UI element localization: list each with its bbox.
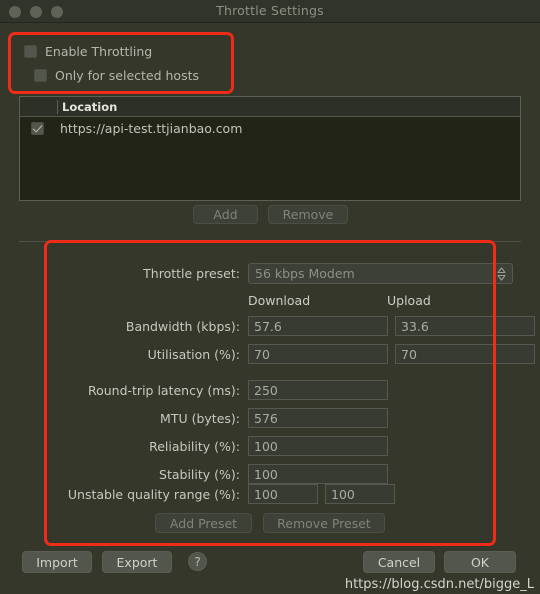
add-preset-button[interactable]: Add Preset bbox=[155, 513, 252, 533]
reliability-label: Reliability (%): bbox=[149, 438, 240, 454]
throttle-preset-row: Throttle preset: 56 kbps Modem bbox=[58, 263, 513, 284]
host-list[interactable]: Location https://api-test.ttjianbao.com bbox=[19, 96, 521, 201]
throttle-settings-window: Throttle Settings Enable Throttling Only… bbox=[0, 0, 540, 594]
stability-input[interactable]: 100 bbox=[248, 464, 388, 484]
watermark-text: https://blog.csdn.net/bigge_L bbox=[344, 577, 534, 592]
host-list-header: Location bbox=[20, 97, 520, 117]
column-separator bbox=[57, 100, 58, 114]
export-button[interactable]: Export bbox=[102, 551, 172, 573]
latency-input[interactable]: 250 bbox=[248, 380, 388, 400]
utilisation-upload-input[interactable]: 70 bbox=[395, 344, 535, 364]
unstable-quality-range-row: Unstable quality range (%): 100 100 bbox=[58, 484, 395, 504]
reliability-input[interactable]: 100 bbox=[248, 436, 388, 456]
help-button[interactable]: ? bbox=[188, 552, 207, 571]
only-selected-hosts-checkbox[interactable] bbox=[34, 69, 47, 82]
stability-row: Stability (%): 100 bbox=[58, 464, 388, 484]
utilisation-download-input[interactable]: 70 bbox=[248, 344, 388, 364]
host-enabled-checkbox[interactable] bbox=[31, 121, 44, 135]
add-host-button[interactable]: Add bbox=[193, 205, 258, 224]
bandwidth-download-input[interactable]: 57.6 bbox=[248, 316, 388, 336]
unstable-quality-min-input[interactable]: 100 bbox=[248, 484, 318, 504]
remove-host-button[interactable]: Remove bbox=[268, 205, 348, 224]
unstable-quality-range-label: Unstable quality range (%): bbox=[67, 486, 240, 502]
column-header-upload: Upload bbox=[387, 293, 431, 308]
cancel-button[interactable]: Cancel bbox=[363, 551, 435, 573]
chevron-updown-icon bbox=[495, 266, 508, 282]
highlight-box-throttling bbox=[8, 32, 234, 94]
reliability-row: Reliability (%): 100 bbox=[58, 436, 388, 456]
enable-throttling-row[interactable]: Enable Throttling bbox=[24, 44, 152, 59]
section-divider bbox=[19, 241, 521, 242]
ok-button[interactable]: OK bbox=[444, 551, 516, 573]
column-header-location: Location bbox=[62, 100, 118, 114]
utilisation-row: Utilisation (%): 70 70 bbox=[58, 344, 535, 364]
mtu-row: MTU (bytes): 576 bbox=[58, 408, 388, 428]
throttle-preset-value: 56 kbps Modem bbox=[255, 266, 355, 281]
only-selected-hosts-row[interactable]: Only for selected hosts bbox=[34, 68, 199, 83]
window-title: Throttle Settings bbox=[216, 3, 324, 18]
only-selected-hosts-label: Only for selected hosts bbox=[55, 68, 200, 83]
table-row[interactable]: https://api-test.ttjianbao.com bbox=[20, 117, 520, 139]
utilisation-label: Utilisation (%): bbox=[147, 346, 240, 362]
column-header-download: Download bbox=[248, 293, 311, 308]
window-titlebar: Throttle Settings bbox=[0, 0, 540, 23]
latency-label: Round-trip latency (ms): bbox=[87, 382, 240, 398]
bandwidth-label: Bandwidth (kbps): bbox=[125, 318, 240, 334]
latency-row: Round-trip latency (ms): 250 bbox=[58, 380, 388, 400]
mtu-input[interactable]: 576 bbox=[248, 408, 388, 428]
host-location-value: https://api-test.ttjianbao.com bbox=[60, 120, 243, 136]
enable-throttling-label: Enable Throttling bbox=[45, 44, 153, 59]
stability-label: Stability (%): bbox=[159, 466, 240, 482]
remove-preset-button[interactable]: Remove Preset bbox=[263, 513, 385, 533]
mtu-label: MTU (bytes): bbox=[160, 410, 240, 426]
import-button[interactable]: Import bbox=[22, 551, 92, 573]
bandwidth-upload-input[interactable]: 33.6 bbox=[395, 316, 535, 336]
throttle-preset-select[interactable]: 56 kbps Modem bbox=[248, 263, 513, 284]
throttle-preset-label: Throttle preset: bbox=[143, 266, 240, 281]
unstable-quality-max-input[interactable]: 100 bbox=[325, 484, 395, 504]
enable-throttling-checkbox[interactable] bbox=[24, 45, 37, 58]
bandwidth-row: Bandwidth (kbps): 57.6 33.6 bbox=[58, 316, 535, 336]
